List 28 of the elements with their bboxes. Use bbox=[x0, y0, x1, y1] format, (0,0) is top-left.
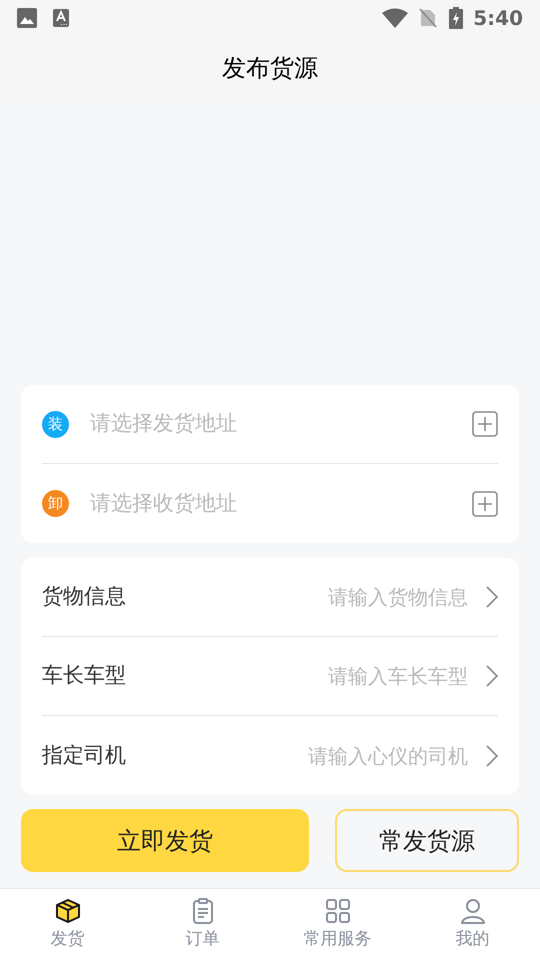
chevron-right-icon bbox=[486, 744, 498, 766]
add-icon[interactable] bbox=[472, 490, 498, 516]
page-title: 发布货源 bbox=[222, 53, 318, 84]
address-field[interactable]: 请选择发货地址 bbox=[90, 408, 472, 440]
tab-bar-item[interactable]: 订单 bbox=[135, 889, 270, 960]
row-label: 指定司机 bbox=[42, 742, 126, 769]
action-button[interactable]: 常发货源 bbox=[335, 809, 519, 872]
add-icon[interactable] bbox=[472, 411, 498, 437]
row-label: 车长车型 bbox=[42, 662, 126, 690]
text-icon bbox=[53, 9, 69, 27]
row-label: 货物信息 bbox=[42, 583, 126, 610]
address-badge: 卸 bbox=[42, 490, 69, 517]
tab-bar-item[interactable]: 常用服务 bbox=[270, 889, 405, 960]
battery-icon bbox=[449, 7, 464, 29]
tab-bar-item[interactable]: 我的 bbox=[405, 889, 540, 960]
address-badge: 装 bbox=[42, 410, 69, 438]
no-sim-icon bbox=[419, 8, 438, 28]
info-field[interactable]: 请输入车长车型 bbox=[126, 661, 468, 691]
wifi-icon bbox=[382, 8, 408, 28]
info-field[interactable]: 请输入心仪的司机 bbox=[126, 740, 468, 770]
status-time: 5:40 bbox=[473, 5, 523, 32]
chevron-right-icon bbox=[486, 665, 498, 687]
chevron-right-icon bbox=[486, 586, 498, 608]
image-icon bbox=[17, 8, 37, 28]
action-button[interactable]: 立即发货 bbox=[21, 809, 309, 872]
tab-bar-item[interactable]: 发货 bbox=[0, 889, 135, 960]
info-field[interactable]: 请输入货物信息 bbox=[126, 582, 468, 612]
address-field[interactable]: 请选择收货地址 bbox=[90, 488, 472, 520]
